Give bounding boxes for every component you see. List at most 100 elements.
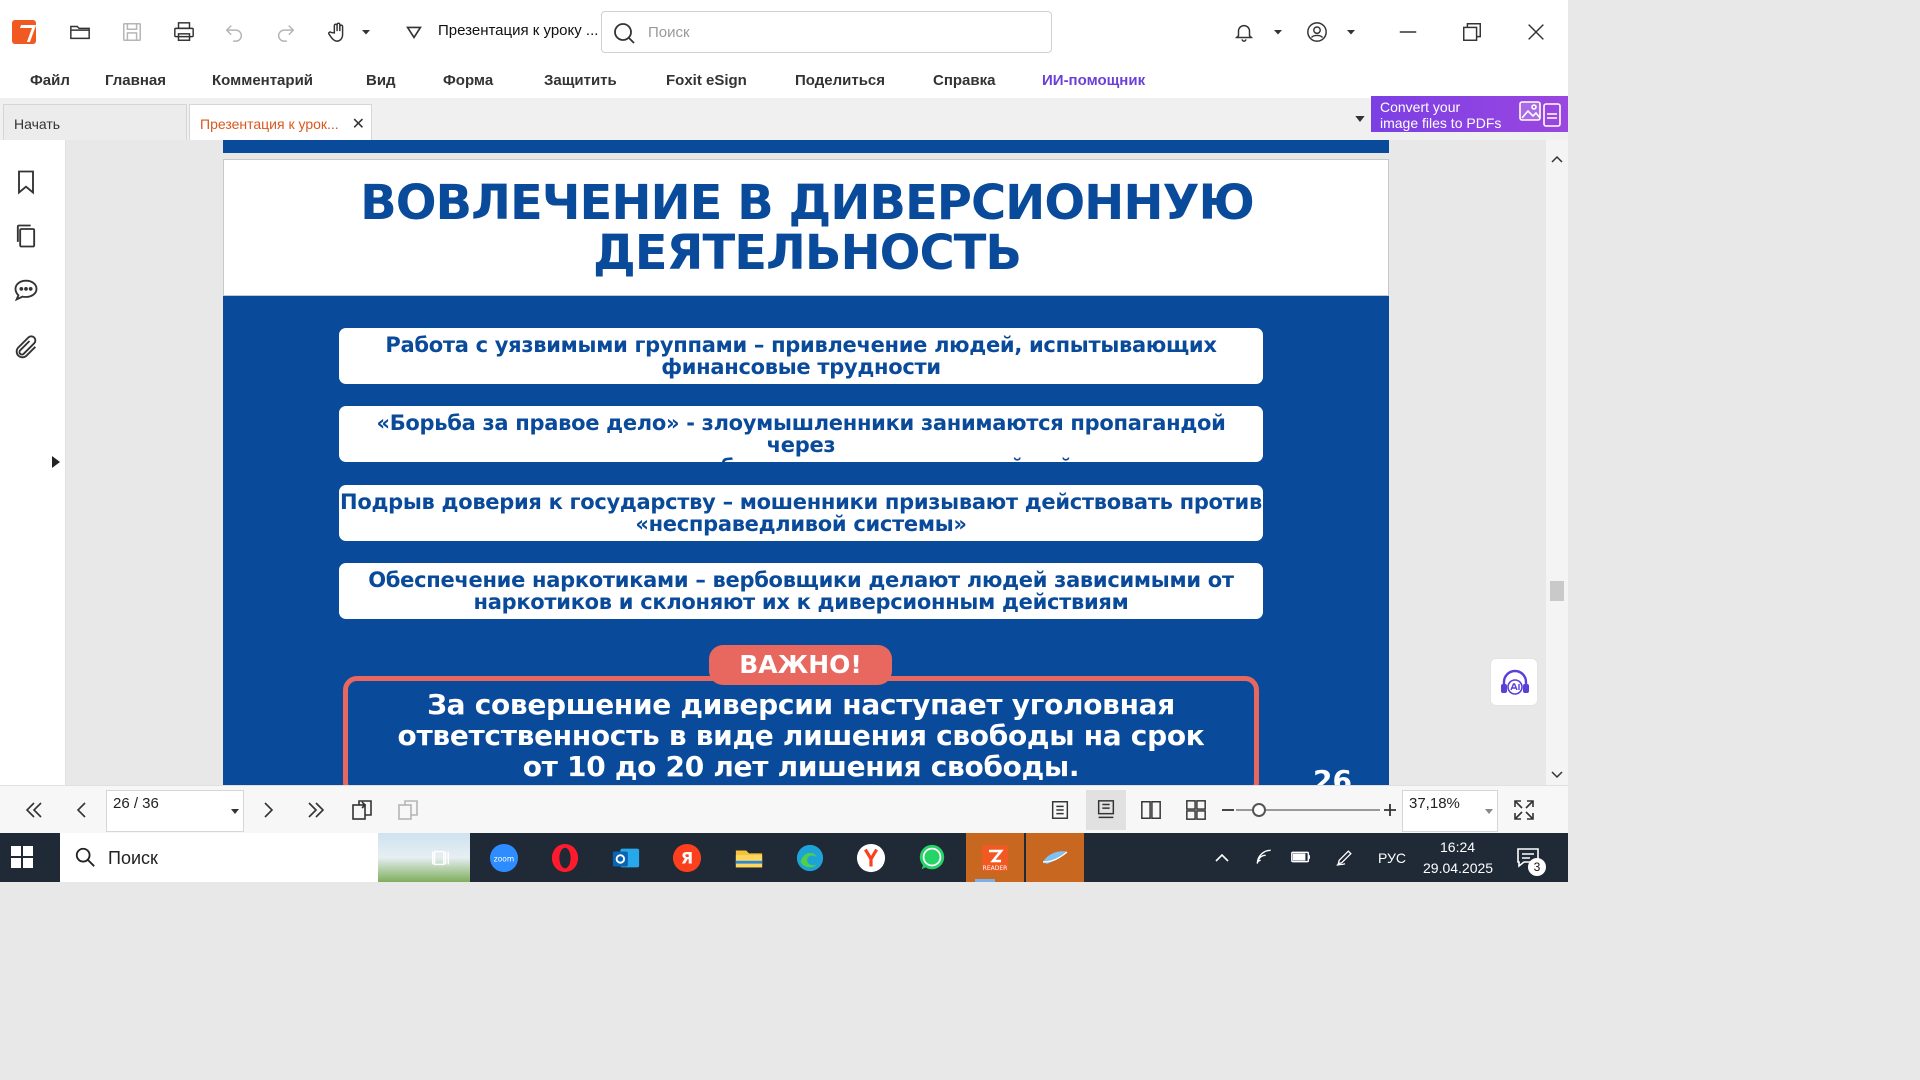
- windows-start-icon[interactable]: [10, 845, 34, 869]
- tab-presentation[interactable]: Презентация к урок... ✕: [189, 104, 372, 140]
- menu-esign[interactable]: Foxit eSign: [666, 72, 747, 89]
- taskbar-app-opera[interactable]: [546, 839, 584, 877]
- account-dropdown[interactable]: [1339, 14, 1363, 50]
- zoom-level-value: 37,18%: [1409, 795, 1460, 812]
- taskbar-app-edge[interactable]: [791, 839, 829, 877]
- page-dropdown-icon[interactable]: [231, 809, 239, 814]
- continuous-view-button[interactable]: [1086, 790, 1126, 830]
- pages-icon[interactable]: [12, 222, 40, 250]
- tab-start[interactable]: Начать: [3, 104, 187, 140]
- zoom-dropdown-icon[interactable]: [1485, 809, 1493, 814]
- menu-help[interactable]: Справка: [933, 72, 995, 89]
- task-view-button[interactable]: [422, 839, 460, 877]
- edge-icon: [796, 844, 824, 872]
- keyboard-language[interactable]: РУС: [1378, 850, 1406, 866]
- account-button[interactable]: [1299, 14, 1335, 50]
- card-line1: Работа с уязвимыми группами – привлечени…: [385, 333, 1217, 357]
- page-number-field[interactable]: 26 / 36: [106, 790, 244, 832]
- zoom-in-icon[interactable]: [1378, 798, 1402, 822]
- hand-tool-button[interactable]: [320, 14, 356, 50]
- taskbar-app-whatsapp[interactable]: [913, 839, 951, 877]
- svg-text:zoom: zoom: [494, 854, 514, 863]
- slide-page: ВОВЛЕЧЕНИЕ В ДИВЕРСИОННУЮ ДЕЯТЕЛЬНОСТЬ Р…: [223, 159, 1389, 785]
- tray-expand-icon[interactable]: [1214, 850, 1230, 864]
- foxit-reader-icon: READER: [982, 844, 1008, 872]
- clock-date[interactable]: 29.04.2025: [1423, 860, 1493, 876]
- scroll-down-icon[interactable]: [1551, 770, 1563, 780]
- last-page-icon[interactable]: [304, 798, 328, 822]
- previous-page-bottom: [223, 140, 1389, 153]
- print-button[interactable]: [166, 14, 202, 50]
- expand-panel-arrow-icon[interactable]: [52, 456, 60, 468]
- ai-assistant-button[interactable]: [1490, 658, 1538, 706]
- document-title: Презентация к уроку ...: [438, 22, 599, 39]
- foxit-logo-icon[interactable]: [12, 20, 36, 44]
- taskbar-app-zoom[interactable]: zoom: [485, 839, 523, 877]
- notifications-button[interactable]: [1226, 14, 1262, 50]
- minimize-button[interactable]: [1390, 14, 1426, 50]
- tabs-dropdown-icon[interactable]: [1352, 110, 1368, 126]
- pen-icon[interactable]: [1334, 847, 1356, 867]
- zoom-level-field[interactable]: 37,18%: [1402, 790, 1498, 832]
- undo-icon: [225, 25, 242, 42]
- first-page-icon[interactable]: [22, 798, 46, 822]
- printer-icon: [174, 22, 194, 41]
- bookmark-icon[interactable]: [12, 168, 40, 196]
- facing-view-button[interactable]: [1131, 790, 1171, 830]
- attachment-icon[interactable]: [12, 334, 40, 362]
- user-icon: [1307, 22, 1327, 42]
- menu-file[interactable]: Файл: [30, 72, 70, 89]
- menu-ai-assistant[interactable]: ИИ-помощник: [1042, 72, 1145, 89]
- folder-icon: [70, 25, 90, 40]
- battery-icon[interactable]: [1290, 847, 1312, 867]
- restore-button[interactable]: [1454, 14, 1490, 50]
- comments-icon[interactable]: [12, 276, 40, 304]
- taskbar-app-outlook[interactable]: [607, 839, 645, 877]
- notifications-dropdown[interactable]: [1266, 14, 1290, 50]
- zoom-slider[interactable]: [1236, 803, 1380, 817]
- menu-protect[interactable]: Защитить: [544, 72, 617, 89]
- scroll-thumb[interactable]: [1550, 581, 1564, 601]
- hand-tool-dropdown[interactable]: [352, 14, 380, 50]
- undo-button[interactable]: [216, 14, 252, 50]
- previous-page-icon[interactable]: [70, 798, 94, 822]
- search-box[interactable]: [601, 11, 1052, 53]
- menu-comment[interactable]: Комментарий: [212, 72, 313, 89]
- previous-view-icon[interactable]: [350, 798, 374, 822]
- quick-access-dropdown[interactable]: [396, 14, 432, 50]
- search-icon: [614, 23, 635, 44]
- taskbar-app-yandex-browser[interactable]: [852, 839, 890, 877]
- vertical-scrollbar[interactable]: [1546, 140, 1568, 785]
- fullscreen-icon[interactable]: [1512, 798, 1536, 822]
- single-page-view-button[interactable]: [1040, 790, 1080, 830]
- taskbar-app-lightshot[interactable]: [1026, 833, 1084, 882]
- close-tab-icon[interactable]: ✕: [352, 114, 365, 134]
- save-icon: [123, 23, 141, 41]
- card-line1: «Борьба за правое дело» - злоумышленники…: [376, 411, 1226, 457]
- taskbar-app-yandex[interactable]: Я: [668, 839, 706, 877]
- taskbar-app-file-explorer[interactable]: [730, 839, 768, 877]
- menu-view[interactable]: Вид: [366, 72, 396, 89]
- open-file-button[interactable]: [62, 14, 98, 50]
- taskbar-app-foxit-reader[interactable]: READER: [966, 833, 1024, 882]
- clock-time[interactable]: 16:24: [1440, 839, 1475, 855]
- save-button[interactable]: [114, 14, 150, 50]
- menu-home[interactable]: Главная: [105, 72, 166, 89]
- menu-form[interactable]: Форма: [443, 72, 493, 89]
- search-input[interactable]: [648, 20, 1038, 44]
- redo-button[interactable]: [268, 14, 304, 50]
- next-view-icon[interactable]: [396, 798, 420, 822]
- next-page-icon[interactable]: [256, 798, 280, 822]
- wifi-icon[interactable]: [1254, 847, 1274, 867]
- info-card-2: «Борьба за правое дело» - злоумышленники…: [339, 406, 1263, 478]
- taskbar-search[interactable]: Поиск: [60, 833, 470, 882]
- slide-title-line2: ДЕЯТЕЛЬНОСТЬ: [592, 225, 1022, 281]
- continuous-facing-view-button[interactable]: [1176, 790, 1216, 830]
- close-window-button[interactable]: [1518, 14, 1554, 50]
- menu-share[interactable]: Поделиться: [795, 72, 885, 89]
- scroll-up-icon[interactable]: [1551, 154, 1563, 164]
- zoom-slider-knob[interactable]: [1252, 803, 1266, 817]
- convert-promo-banner[interactable]: Convert your image files to PDFs: [1371, 96, 1568, 132]
- close-icon: [1528, 24, 1544, 40]
- continuous-page-icon: [1097, 800, 1115, 819]
